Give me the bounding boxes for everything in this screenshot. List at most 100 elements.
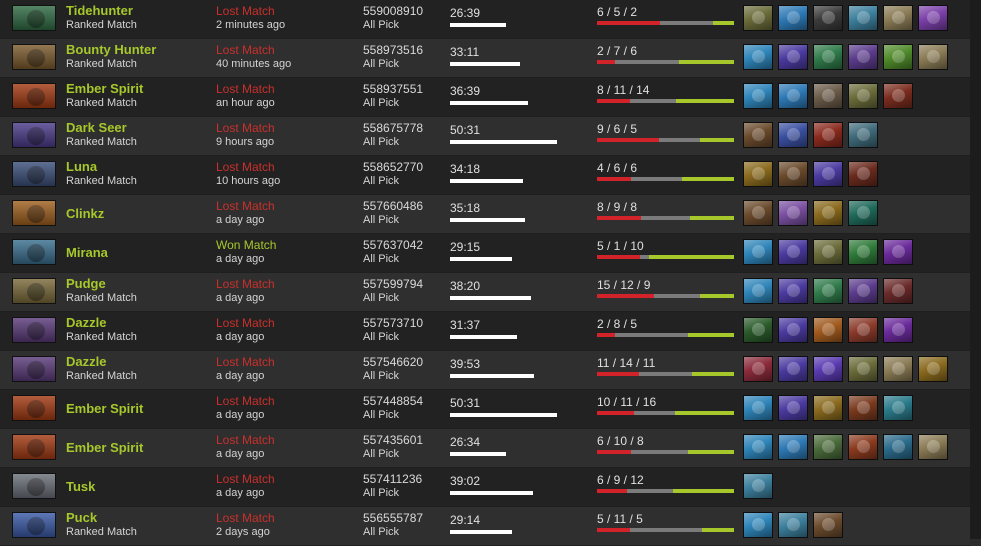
match-id[interactable]: 558973516: [363, 44, 423, 57]
scroll-icon[interactable]: [883, 356, 913, 382]
match-row[interactable]: Pudge Ranked Match Lost Match a day ago 5575…: [0, 273, 970, 312]
gem-icon[interactable]: [743, 434, 773, 460]
orb-icon[interactable]: [848, 44, 878, 70]
hero-portrait[interactable]: [12, 512, 56, 538]
match-id[interactable]: 559008910: [363, 5, 423, 18]
claw-icon[interactable]: [813, 5, 843, 31]
match-id[interactable]: 557573710: [363, 317, 423, 330]
hero-portrait[interactable]: [12, 395, 56, 421]
gem-icon[interactable]: [743, 512, 773, 538]
hero-name[interactable]: Dazzle: [66, 316, 106, 330]
boots-icon[interactable]: [778, 395, 808, 421]
hero-portrait[interactable]: [12, 44, 56, 70]
staff-icon[interactable]: [743, 317, 773, 343]
dagger-icon[interactable]: [848, 239, 878, 265]
whip-icon[interactable]: [883, 239, 913, 265]
boots-icon[interactable]: [778, 44, 808, 70]
match-row[interactable]: Dazzle Ranked Match Lost Match a day ago 557…: [0, 351, 970, 390]
match-row[interactable]: Luna Ranked Match Lost Match 10 hours ago 55…: [0, 156, 970, 195]
gem-icon[interactable]: [743, 395, 773, 421]
match-row[interactable]: Ember Spirit Lost Match a day ago 557435601…: [0, 429, 970, 468]
match-row[interactable]: Ember Spirit Lost Match a day ago 557448854…: [0, 390, 970, 429]
shield-icon[interactable]: [883, 434, 913, 460]
whip-icon[interactable]: [883, 317, 913, 343]
flame-icon[interactable]: [813, 317, 843, 343]
boots-icon[interactable]: [778, 278, 808, 304]
match-result[interactable]: Lost Match: [216, 473, 275, 486]
boots-icon[interactable]: [778, 317, 808, 343]
match-id[interactable]: 556555787: [363, 512, 423, 525]
match-id[interactable]: 557546620: [363, 356, 423, 369]
hero-name[interactable]: Ember Spirit: [66, 82, 143, 96]
cloak-icon[interactable]: [848, 161, 878, 187]
boots-icon[interactable]: [778, 161, 808, 187]
orb-icon[interactable]: [848, 278, 878, 304]
helm-icon[interactable]: [848, 122, 878, 148]
match-result[interactable]: Lost Match: [216, 395, 275, 408]
scroll-icon[interactable]: [883, 5, 913, 31]
hero-portrait[interactable]: [12, 5, 56, 31]
match-row[interactable]: Mirana Won Match a day ago 557637042 All Pic…: [0, 234, 970, 273]
match-row[interactable]: Ember Spirit Ranked Match Lost Match an hou…: [0, 78, 970, 117]
hero-name[interactable]: Puck: [66, 511, 97, 525]
hero-name[interactable]: Clinkz: [66, 207, 104, 221]
gem-icon[interactable]: [743, 239, 773, 265]
hero-name[interactable]: Ember Spirit: [66, 402, 143, 416]
match-result[interactable]: Lost Match: [216, 5, 275, 18]
wand-icon[interactable]: [743, 161, 773, 187]
boots-icon[interactable]: [778, 356, 808, 382]
scepter-icon[interactable]: [778, 200, 808, 226]
hero-portrait[interactable]: [12, 122, 56, 148]
match-result[interactable]: Lost Match: [216, 356, 275, 369]
hook-icon[interactable]: [848, 395, 878, 421]
orb-icon[interactable]: [778, 83, 808, 109]
hero-portrait[interactable]: [12, 239, 56, 265]
wand-icon[interactable]: [813, 200, 843, 226]
match-result[interactable]: Lost Match: [216, 434, 275, 447]
blade-icon[interactable]: [743, 473, 773, 499]
drum-icon[interactable]: [848, 83, 878, 109]
feather-icon[interactable]: [743, 356, 773, 382]
staff-icon[interactable]: [813, 278, 843, 304]
gem-icon[interactable]: [918, 356, 948, 382]
match-id[interactable]: 558652770: [363, 161, 423, 174]
match-result[interactable]: Lost Match: [216, 44, 275, 57]
match-result[interactable]: Won Match: [216, 239, 276, 252]
match-result[interactable]: Lost Match: [216, 278, 275, 291]
drum-icon[interactable]: [743, 5, 773, 31]
axe-icon[interactable]: [848, 317, 878, 343]
dragon-icon[interactable]: [883, 395, 913, 421]
match-id[interactable]: 557411236: [363, 473, 422, 486]
hero-portrait[interactable]: [12, 200, 56, 226]
hero-name[interactable]: Tidehunter: [66, 4, 133, 18]
staff-icon[interactable]: [813, 434, 843, 460]
match-result[interactable]: Lost Match: [216, 200, 275, 213]
match-id[interactable]: 557637042: [363, 239, 423, 252]
match-id[interactable]: 558675778: [363, 122, 423, 135]
hero-name[interactable]: Tusk: [66, 480, 95, 494]
match-id[interactable]: 558937551: [363, 83, 423, 96]
orb-icon[interactable]: [778, 5, 808, 31]
match-id[interactable]: 557599794: [363, 278, 423, 291]
match-result[interactable]: Lost Match: [216, 122, 275, 135]
match-id[interactable]: 557435601: [363, 434, 423, 447]
staff-icon[interactable]: [813, 44, 843, 70]
match-row[interactable]: Bounty Hunter Ranked Match Lost Match 40 mi…: [0, 39, 970, 78]
gem-icon[interactable]: [743, 44, 773, 70]
scroll-icon[interactable]: [918, 434, 948, 460]
boots-icon[interactable]: [813, 512, 843, 538]
match-result[interactable]: Lost Match: [216, 512, 275, 525]
scrollbar[interactable]: [970, 0, 981, 539]
horn-icon[interactable]: [813, 395, 843, 421]
match-row[interactable]: Clinkz Lost Match a day ago 557660486 All Pi…: [0, 195, 970, 234]
hero-portrait[interactable]: [12, 434, 56, 460]
hero-portrait[interactable]: [12, 317, 56, 343]
hero-name[interactable]: Pudge: [66, 277, 106, 291]
hero-name[interactable]: Bounty Hunter: [66, 43, 156, 57]
match-result[interactable]: Lost Match: [216, 161, 275, 174]
hero-name[interactable]: Ember Spirit: [66, 441, 143, 455]
bow-icon[interactable]: [848, 200, 878, 226]
gem-icon[interactable]: [743, 278, 773, 304]
hero-portrait[interactable]: [12, 161, 56, 187]
hero-portrait[interactable]: [12, 356, 56, 382]
